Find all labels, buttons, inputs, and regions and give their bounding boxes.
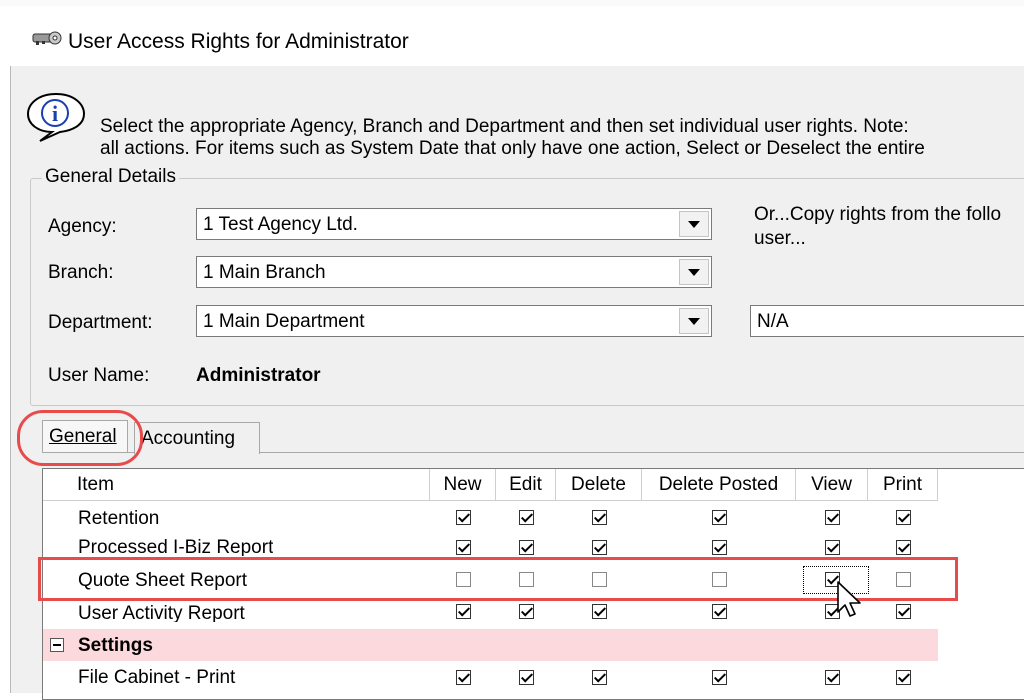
- window-title: User Access Rights for Administrator: [68, 30, 409, 53]
- col-header-delete-posted[interactable]: Delete Posted: [642, 469, 796, 501]
- tab-accounting-label: Accounting: [141, 428, 236, 449]
- rights-checkbox[interactable]: [592, 604, 607, 619]
- rights-checkbox[interactable]: [519, 510, 534, 525]
- username-value: Administrator: [196, 365, 321, 386]
- department-combo[interactable]: 1 Main Department: [196, 305, 712, 337]
- branch-label: Branch:: [48, 262, 114, 283]
- info-line-2: all actions. For items such as System Da…: [100, 138, 925, 159]
- chevron-down-icon: [688, 220, 700, 228]
- row-label: Processed I-Biz Report: [78, 537, 274, 556]
- rights-checkbox[interactable]: [519, 670, 534, 685]
- agency-value: 1 Test Agency Ltd.: [203, 214, 358, 235]
- department-dropdown-button[interactable]: [679, 308, 709, 334]
- agency-combo[interactable]: 1 Test Agency Ltd.: [196, 208, 712, 240]
- rights-checkbox[interactable]: [456, 670, 471, 685]
- info-text: Select the appropriate Agency, Branch an…: [100, 116, 925, 160]
- section-row-settings: [43, 629, 938, 661]
- general-details-legend: General Details: [42, 166, 179, 188]
- general-tab-annotation: [17, 410, 143, 466]
- rights-checkbox[interactable]: [456, 604, 471, 619]
- copy-rights-text-1: Or...Copy rights from the follo: [754, 204, 1002, 225]
- username-label: User Name:: [48, 365, 150, 386]
- branch-value: 1 Main Branch: [203, 262, 326, 283]
- agency-label: Agency:: [48, 216, 117, 237]
- rights-checkbox[interactable]: [592, 670, 607, 685]
- rights-checkbox[interactable]: [519, 604, 534, 619]
- rights-checkbox[interactable]: [519, 540, 534, 555]
- collapse-minus-icon[interactable]: [50, 638, 64, 652]
- rights-checkbox[interactable]: [712, 510, 727, 525]
- rights-checkbox[interactable]: [712, 604, 727, 619]
- info-icon: i: [24, 92, 88, 142]
- branch-dropdown-button[interactable]: [679, 259, 709, 285]
- rights-checkbox[interactable]: [592, 540, 607, 555]
- rights-checkbox[interactable]: [896, 540, 911, 555]
- row-label: Retention: [78, 508, 160, 529]
- rights-checkbox[interactable]: [825, 540, 840, 555]
- copy-rights-text-2: user...: [754, 228, 806, 249]
- rights-checkbox[interactable]: [456, 540, 471, 555]
- col-header-view[interactable]: View: [796, 469, 868, 501]
- rights-checkbox[interactable]: [825, 510, 840, 525]
- rights-checkbox[interactable]: [712, 540, 727, 555]
- col-header-delete[interactable]: Delete: [556, 469, 642, 501]
- svg-text:i: i: [52, 101, 58, 126]
- copy-from-user-value: N/A: [757, 311, 789, 332]
- chevron-down-icon: [688, 268, 700, 276]
- info-line-1: Select the appropriate Agency, Branch an…: [100, 116, 909, 137]
- rights-checkbox[interactable]: [896, 604, 911, 619]
- col-header-item[interactable]: Item: [43, 469, 430, 501]
- section-label: Settings: [78, 635, 153, 656]
- rights-checkbox[interactable]: [456, 510, 471, 525]
- department-label: Department:: [48, 312, 153, 333]
- rights-checkbox[interactable]: [896, 670, 911, 685]
- copy-from-user-field[interactable]: N/A: [750, 305, 1024, 337]
- rights-checkbox[interactable]: [712, 670, 727, 685]
- rights-checkbox[interactable]: [825, 670, 840, 685]
- mouse-pointer-icon: [836, 580, 866, 624]
- col-header-new[interactable]: New: [430, 469, 496, 501]
- tab-accounting[interactable]: Accounting: [134, 422, 260, 454]
- chevron-down-icon: [688, 317, 700, 325]
- col-header-edit[interactable]: Edit: [496, 469, 556, 501]
- rights-checkbox[interactable]: [896, 510, 911, 525]
- agency-dropdown-button[interactable]: [679, 211, 709, 237]
- keys-icon: [32, 28, 62, 48]
- col-header-print[interactable]: Print: [868, 469, 938, 501]
- rights-checkbox[interactable]: [592, 510, 607, 525]
- department-value: 1 Main Department: [203, 311, 365, 332]
- branch-combo[interactable]: 1 Main Branch: [196, 256, 712, 288]
- row-label: File Cabinet - Print: [78, 667, 236, 688]
- row-label: User Activity Report: [78, 603, 245, 622]
